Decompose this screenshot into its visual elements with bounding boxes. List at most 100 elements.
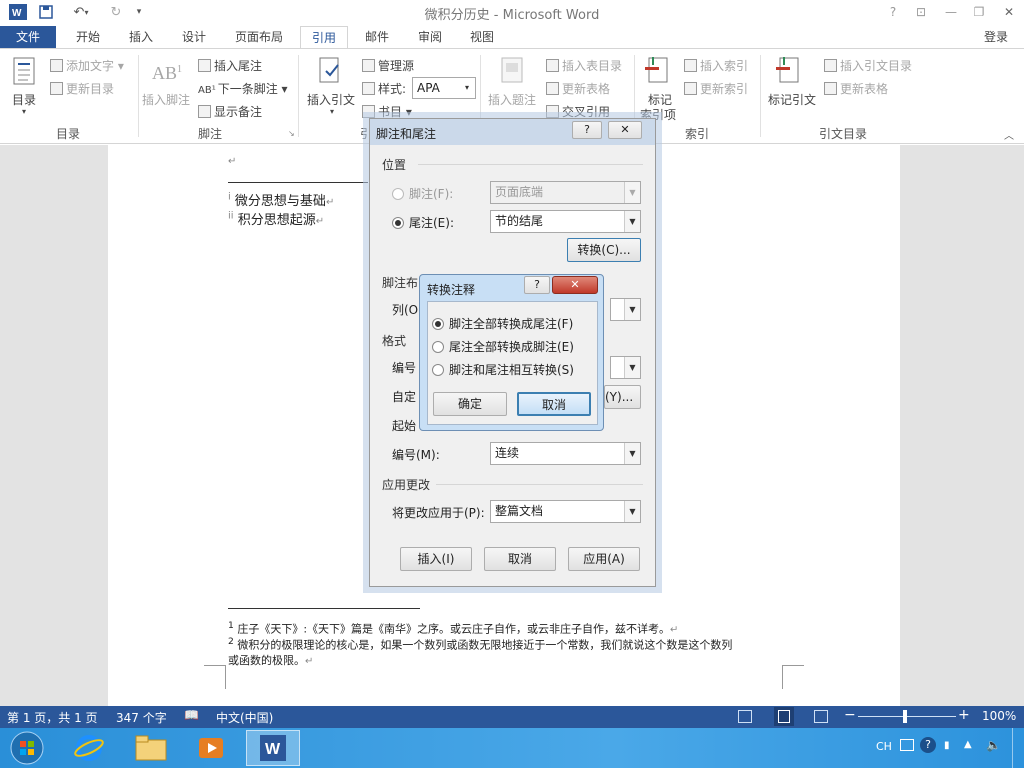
insert-citation-button[interactable]: 插入引文	[307, 91, 355, 108]
convert-option-footnotes-to-endnotes[interactable]: 脚注全部转换成尾注(F)	[432, 315, 573, 332]
show-desktop-button[interactable]	[1012, 728, 1024, 768]
insert-button[interactable]: 插入(I)	[400, 547, 472, 571]
status-bar: 第 1 页，共 1 页 347 个字 📖 中文(中国) − + 100%	[0, 706, 1024, 728]
sign-in-link[interactable]: 登录	[984, 26, 1024, 48]
convert-option-3-label: 脚注和尾注相互转换(S)	[449, 363, 574, 377]
volume-icon[interactable]: 🔈	[986, 738, 1001, 752]
page-count[interactable]: 第 1 页，共 1 页	[7, 709, 98, 726]
dialog-close-button[interactable]: ✕	[608, 121, 642, 139]
tab-references[interactable]: 引用	[300, 26, 348, 49]
insert-footnote-button[interactable]: 插入脚注	[142, 91, 190, 108]
keyboard-icon[interactable]	[900, 739, 914, 751]
zoom-out-icon[interactable]: −	[844, 707, 856, 723]
columns-select[interactable]: ▼	[610, 298, 641, 321]
insert-citation-dropdown-icon[interactable]: ▾	[330, 107, 334, 116]
group-footnotes-label: 脚注	[197, 127, 222, 141]
number-format-select[interactable]: ▼	[610, 356, 641, 379]
next-footnote-button[interactable]: AB¹ 下一条脚注 ▾	[198, 80, 288, 97]
flag-icon[interactable]: ▮	[944, 740, 950, 751]
footnote-radio-label: 脚注(F):	[409, 187, 454, 201]
show-hidden-icons[interactable]: ▲	[964, 739, 972, 750]
apply-to-select[interactable]: 整篇文档 ▼	[490, 500, 641, 523]
apply-button[interactable]: 应用(A)	[568, 547, 640, 571]
show-notes-button[interactable]: 显示备注	[198, 103, 262, 120]
update-authorities-label: 更新表格	[840, 82, 889, 96]
word-count[interactable]: 347 个字	[116, 709, 167, 726]
paragraph-mark: ↵	[315, 216, 325, 227]
convert-cancel-button[interactable]: 取消	[517, 392, 591, 416]
start-button[interactable]	[0, 730, 54, 766]
cancel-button[interactable]: 取消	[484, 547, 556, 571]
insert-index-label: 插入索引	[700, 59, 749, 73]
internet-explorer-icon[interactable]	[62, 730, 116, 766]
custom-mark-label: 自定	[392, 390, 417, 404]
manage-sources-button[interactable]: 管理源	[362, 57, 414, 74]
chevron-down-icon: ▼	[624, 211, 640, 232]
media-player-icon[interactable]	[184, 730, 238, 766]
toc-dropdown-icon[interactable]: ▾	[22, 107, 26, 116]
footnote-position-select[interactable]: 页面底端 ▼	[490, 181, 641, 204]
tab-file[interactable]: 文件	[0, 26, 56, 48]
add-text-button[interactable]: 添加文字 ▾	[50, 57, 124, 74]
convert-help-button[interactable]: ?	[524, 276, 550, 294]
symbol-button[interactable]: (Y)...	[604, 385, 641, 409]
language-indicator[interactable]: 中文(中国)	[216, 709, 273, 726]
convert-option-swap[interactable]: 脚注和尾注相互转换(S)	[432, 361, 574, 378]
convert-option-endnotes-to-footnotes[interactable]: 尾注全部转换成脚注(E)	[432, 338, 574, 355]
print-layout-button[interactable]	[774, 707, 794, 726]
tab-review[interactable]: 审阅	[408, 26, 452, 48]
proofing-icon[interactable]: 📖	[184, 708, 199, 722]
convert-close-button[interactable]: ✕	[552, 276, 598, 294]
insert-table-of-figures-button[interactable]: 插入表目录	[546, 57, 622, 74]
chevron-down-icon: ▼	[624, 501, 640, 522]
ok-button[interactable]: 确定	[433, 392, 507, 416]
read-mode-icon[interactable]	[738, 710, 752, 723]
toc-button[interactable]: 目录	[12, 91, 36, 108]
tab-view[interactable]: 视图	[460, 26, 504, 48]
restore-button[interactable]: ❐	[966, 2, 992, 22]
tab-mailings[interactable]: 邮件	[356, 26, 398, 48]
insert-caption-button[interactable]: 插入题注	[488, 91, 536, 108]
update-table-button[interactable]: 更新表格	[546, 80, 610, 97]
footnote-2-continued[interactable]: 或函数的极限。↵	[228, 652, 313, 668]
insert-index-button[interactable]: 插入索引	[684, 57, 748, 74]
tab-home[interactable]: 开始	[64, 26, 112, 48]
tab-insert[interactable]: 插入	[118, 26, 164, 48]
tab-layout[interactable]: 页面布局	[228, 26, 290, 48]
help-button[interactable]: ?	[880, 2, 906, 22]
insert-endnote-button[interactable]: 插入尾注	[198, 57, 262, 74]
tab-design[interactable]: 设计	[172, 26, 216, 48]
update-index-button[interactable]: 更新索引	[684, 80, 748, 97]
footnote-1[interactable]: 1 庄子《天下》:《天下》篇是《南华》之序。或云庄子自作，或云非庄子自作，兹不详…	[228, 620, 678, 637]
doc-line-2[interactable]: ii 积分思想起源↵	[228, 209, 324, 228]
footnote-1-text: 庄子《天下》:《天下》篇是《南华》之序。或云庄子自作，或云非庄子自作，兹不详考。	[237, 622, 671, 636]
zoom-slider[interactable]	[858, 716, 956, 717]
web-layout-icon[interactable]	[814, 710, 828, 723]
insert-table-of-authorities-button[interactable]: 插入引文目录	[824, 57, 912, 74]
doc-line-1[interactable]: i 微分思想与基础↵	[228, 190, 334, 209]
endnote-position-select[interactable]: 节的结尾 ▼	[490, 210, 641, 233]
word-taskbar-button[interactable]: W	[246, 730, 300, 766]
style-select[interactable]: APA ▾	[412, 77, 476, 99]
update-toc-button[interactable]: 更新目录	[50, 80, 114, 97]
zoom-level[interactable]: 100%	[982, 709, 1016, 723]
update-authorities-button[interactable]: 更新表格	[824, 80, 888, 97]
mark-citation-button[interactable]: 标记引文	[768, 91, 816, 108]
footnote-dialog-launcher-icon[interactable]: ↘	[288, 129, 295, 138]
file-explorer-icon[interactable]	[124, 730, 178, 766]
input-language[interactable]: CH	[876, 740, 892, 753]
dialog-help-button[interactable]: ?	[572, 121, 602, 139]
collapse-ribbon-icon[interactable]: ︿	[1004, 127, 1014, 142]
close-button[interactable]: ✕	[996, 2, 1022, 22]
endnote-radio[interactable]: 尾注(E):	[392, 214, 454, 231]
footnote-2[interactable]: 2 微积分的极限理论的核心是，如果一个数列或函数无限地接近于一个常数，我们就说这…	[228, 636, 732, 653]
convert-button[interactable]: 转换(C)...	[567, 238, 641, 262]
help-tray-icon[interactable]: ?	[920, 737, 936, 753]
paragraph-mark: ↵	[670, 624, 679, 636]
footnote-radio[interactable]: 脚注(F):	[392, 185, 453, 202]
ribbon-display-button[interactable]: ⊡	[908, 2, 934, 22]
minimize-button[interactable]: —	[938, 2, 964, 22]
numbering-select[interactable]: 连续 ▼	[490, 442, 641, 465]
zoom-slider-thumb[interactable]	[903, 710, 907, 723]
zoom-in-icon[interactable]: +	[958, 707, 970, 723]
